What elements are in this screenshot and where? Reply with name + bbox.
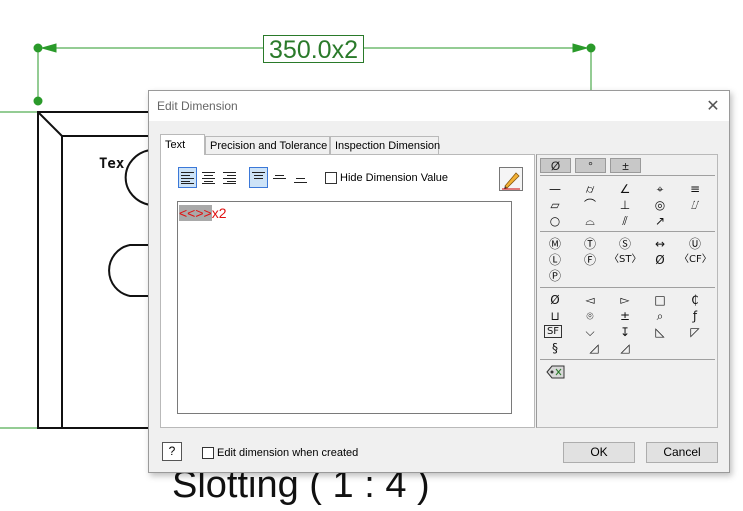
pencil-button[interactable] [499,167,523,191]
align-bottom-button[interactable] [291,167,310,188]
tab-precision-tolerance[interactable]: Precision and Tolerance [205,136,330,154]
flat-taper-icon[interactable]: ◸ [684,325,706,339]
plus-minus-icon[interactable]: ± [614,309,636,323]
divider [540,231,715,232]
dot-icon[interactable]: ⌾ [579,309,601,323]
dimension-value-label[interactable]: 350.0x2 [263,35,364,64]
total-runout-icon[interactable]: ⌰ [684,198,706,212]
slope-icon[interactable]: ◺ [649,325,671,339]
section-icon[interactable]: § [544,341,566,355]
align-top-icon [252,172,265,179]
function-icon[interactable]: ƒ [684,309,706,323]
edit-when-created-checkbox[interactable] [202,447,214,459]
circular-runout-icon[interactable]: ↗ [649,214,671,228]
pencil-icon [502,172,520,190]
dimension-value-token[interactable]: <<>> [179,205,212,221]
symbol-tab-plusminus[interactable]: ± [610,158,641,173]
short-slope-icon[interactable]: ◿ [614,341,636,355]
rfs-icon[interactable]: Ⓢ [614,237,636,251]
tab-text[interactable]: Text [160,134,205,155]
symbol-tab-diameter[interactable]: Ø [540,158,571,173]
diameter-icon[interactable]: Ø [649,253,671,267]
taper-icon[interactable]: ◅ [579,293,601,307]
mmc-icon[interactable]: Ⓜ [544,237,566,251]
tangent-plane-icon[interactable]: Ⓣ [579,237,601,251]
grip-point [33,96,43,106]
profile-line-icon[interactable]: ⌒ [579,198,601,212]
drawing-note-text: Tex [99,156,125,172]
parallelism-icon[interactable]: ⫽ [614,214,636,228]
dialog-title: Edit Dimension [157,99,238,113]
position-icon[interactable]: ⌖ [649,182,671,196]
conical-taper-icon[interactable]: ▻ [614,293,636,307]
hide-dimension-value-label: Hide Dimension Value [340,172,449,184]
edit-dimension-dialog: Edit Dimension ✕ Text Precision and Tole… [148,90,730,473]
align-middle-button[interactable] [270,167,289,188]
align-left-button[interactable] [178,167,197,188]
divider [540,287,715,288]
align-top-button[interactable] [249,167,268,188]
centerline-icon[interactable]: ₵ [684,293,706,307]
circularity-icon[interactable]: ○ [544,214,566,228]
tag-icon[interactable] [546,365,566,379]
long-slope-icon[interactable]: ◿ [579,341,609,355]
projected-tolerance-icon[interactable]: Ⓟ [544,269,566,283]
unequal-profile-icon[interactable]: Ⓤ [684,237,706,251]
slot-outline [108,244,150,297]
align-right-icon [223,172,236,184]
straightness-icon[interactable]: — [544,182,566,196]
statistical-icon[interactable]: 〈ST〉 [609,253,641,267]
flatness-icon[interactable]: ▱ [544,198,566,212]
dimension-suffix: x2 [211,205,227,221]
editor-text: <<>>x2 [179,205,227,221]
tab-inspection-dimension[interactable]: Inspection Dimension [330,136,440,154]
help-button[interactable]: ? [162,442,182,461]
align-bottom-icon [294,178,307,183]
ok-button[interactable]: OK [563,442,635,463]
diameter-icon[interactable]: Ø [544,293,566,307]
title-bar[interactable]: Edit Dimension ✕ [149,91,729,121]
lmc-icon[interactable]: Ⓛ [544,253,566,267]
divider [540,175,715,176]
angularity-icon[interactable]: ∠ [614,182,636,196]
align-center-button[interactable] [199,167,218,188]
free-state-icon[interactable]: Ⓕ [579,253,601,267]
hide-dimension-value-checkbox[interactable] [325,172,337,184]
arrowhead-right [572,43,589,53]
symbol-panel: Ø ° ± — ⌭ ∠ ⌖ ≡ ▱ ⌒ ⊥ ◎ ⌰ ○ ⌓ ⫽ ↗ Ⓜ Ⓣ Ⓢ … [536,154,718,428]
arrowhead-left [40,43,57,53]
align-center-icon [202,172,215,184]
text-tab-panel: Hide Dimension Value <<>>x2 [160,154,535,428]
profile-surface-icon[interactable]: ⌓ [579,214,601,228]
cylindricity-icon[interactable]: ⌭ [579,182,601,196]
align-left-icon [181,172,194,184]
counterbore-icon[interactable]: ⊔ [544,309,566,323]
edit-when-created-label: Edit dimension when created [217,447,359,459]
cancel-button[interactable]: Cancel [646,442,718,463]
hole-arc [124,149,151,206]
square-icon[interactable]: □ [649,293,671,307]
align-right-button[interactable] [220,167,239,188]
concentricity-icon[interactable]: ◎ [649,198,671,212]
between-icon[interactable]: ↔ [649,237,671,251]
spotface-icon[interactable]: SF [544,325,562,338]
symmetry-icon[interactable]: ≡ [684,182,706,196]
countersink-icon[interactable]: ⌵ [579,325,601,339]
search-icon[interactable]: ⌕ [649,309,671,323]
close-icon[interactable]: ✕ [703,96,723,116]
dimension-text-editor[interactable]: <<>>x2 [177,201,512,414]
continuous-feature-icon[interactable]: 〈CF〉 [679,253,712,267]
perpendicularity-icon[interactable]: ⊥ [614,198,636,212]
depth-icon[interactable]: ↧ [614,325,636,339]
symbol-tab-degree[interactable]: ° [575,158,606,173]
divider [540,359,715,360]
align-middle-icon [273,175,286,179]
